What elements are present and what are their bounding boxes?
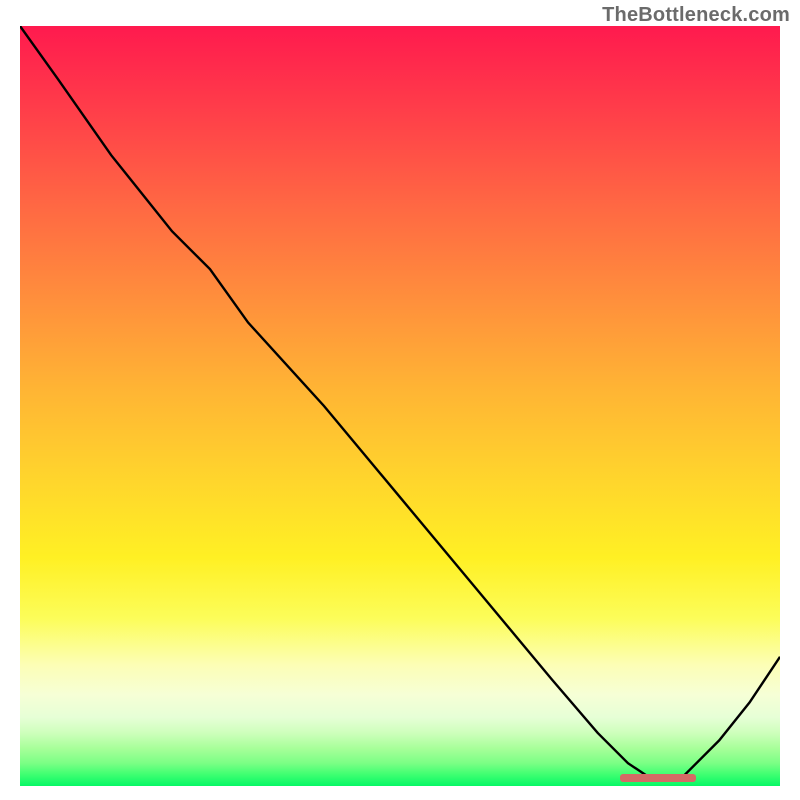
optimal-range-marker: [620, 774, 696, 782]
watermark-text: TheBottleneck.com: [602, 4, 790, 27]
chart-plot-area: [20, 26, 780, 786]
bottleneck-curve: [20, 26, 780, 786]
curve-path: [20, 26, 780, 778]
